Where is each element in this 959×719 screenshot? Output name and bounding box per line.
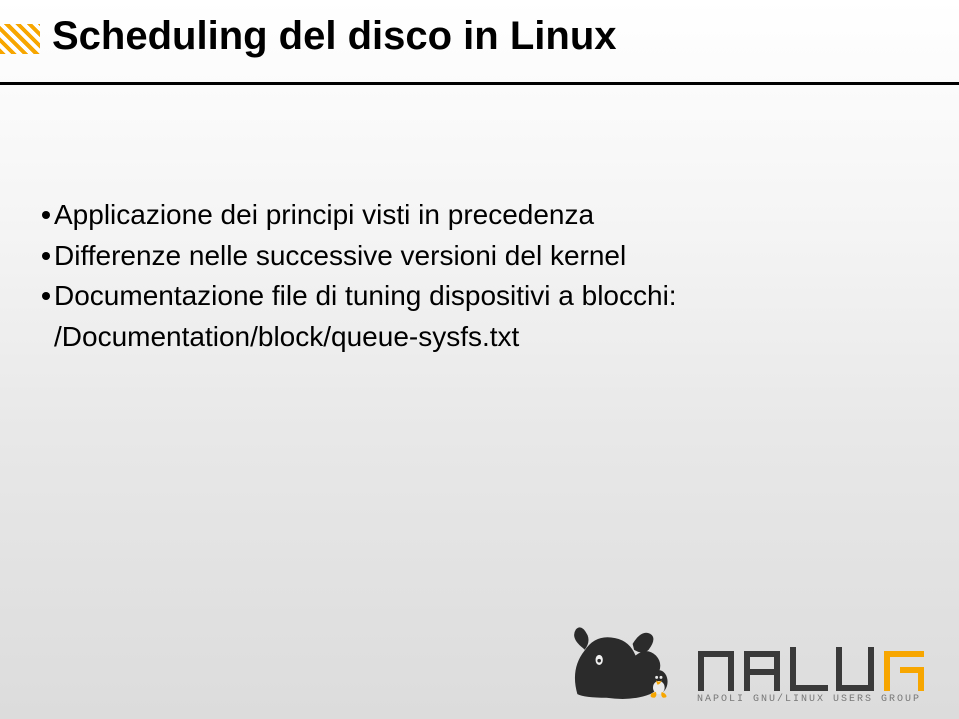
sub-line: /Documentation/block/queue-sysfs.txt	[42, 317, 677, 358]
bullet-dot-icon	[42, 211, 50, 219]
bullet-item: Differenze nelle successive versioni del…	[42, 236, 677, 277]
slide-content: Applicazione dei principi visti in prece…	[42, 195, 677, 357]
nalug-subtitle: NAPOLI GNU/LINUX USERS GROUP	[697, 694, 921, 705]
nalug-wordmark-icon	[697, 644, 937, 692]
bullet-item: Documentazione file di tuning dispositiv…	[42, 276, 677, 317]
accent-stripe	[0, 24, 40, 54]
nalug-logo: NAPOLI GNU/LINUX USERS GROUP	[697, 644, 937, 705]
slide-title: Scheduling del disco in Linux	[52, 14, 617, 58]
gnu-tux-icon	[561, 625, 681, 705]
bullet-dot-icon	[42, 292, 50, 300]
footer-logo-area: NAPOLI GNU/LINUX USERS GROUP	[561, 625, 937, 705]
slide-header: Scheduling del disco in Linux	[0, 0, 959, 110]
bullet-item: Applicazione dei principi visti in prece…	[42, 195, 677, 236]
bullet-text: Differenze nelle successive versioni del…	[54, 236, 626, 277]
bullet-dot-icon	[42, 252, 50, 260]
title-underline	[0, 82, 959, 85]
bullet-text: Applicazione dei principi visti in prece…	[54, 195, 594, 236]
bullet-text: Documentazione file di tuning dispositiv…	[54, 276, 677, 317]
